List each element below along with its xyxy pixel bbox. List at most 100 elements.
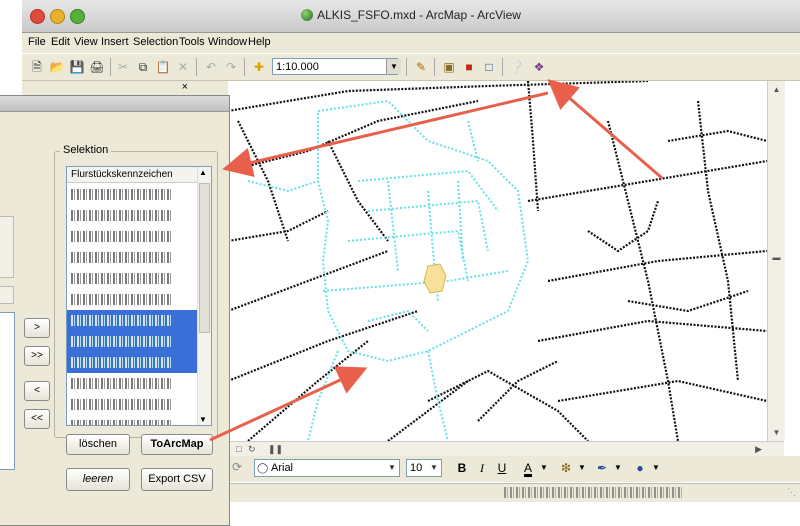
list-item[interactable] (67, 331, 198, 352)
to-arcmap-button[interactable]: ToArcMap (141, 434, 213, 455)
cut-icon[interactable]: ✂ (114, 58, 132, 76)
parcel-lines (228, 81, 767, 441)
menu-file[interactable]: File (28, 36, 46, 48)
left-panel-field[interactable] (0, 286, 14, 304)
close-icon[interactable]: × (182, 81, 188, 93)
menu-view[interactable]: View (74, 36, 98, 48)
menu-tools[interactable]: Tools (179, 36, 205, 48)
refresh-icon[interactable]: ↻ (248, 442, 256, 456)
italic-button[interactable]: I (474, 460, 490, 476)
underline-button[interactable]: U (494, 460, 510, 476)
list-item[interactable] (67, 289, 198, 310)
list-item[interactable] (67, 247, 198, 268)
scroll-thumb[interactable]: ▬ (770, 251, 783, 264)
chevron-down-icon[interactable]: ▼ (386, 59, 401, 74)
list-item[interactable] (67, 415, 198, 425)
list-item[interactable] (67, 394, 198, 415)
chevron-down-icon[interactable]: ▼ (536, 460, 552, 476)
loeschen-button[interactable]: löschen (66, 434, 130, 455)
arcmap-globe-icon (301, 9, 314, 21)
arccatalog-icon[interactable]: ▣ (440, 58, 458, 76)
column-header[interactable]: Flurstückskennzeichen (67, 167, 198, 183)
move-all-left-button[interactable]: << (24, 409, 50, 429)
parcel-listbox[interactable]: Flurstückskennzeichen ▲ ▼ (66, 166, 212, 426)
move-all-right-button[interactable]: >> (24, 346, 50, 366)
new-document-icon[interactable]: 🗎 (28, 58, 46, 76)
command-line-icon[interactable]: □ (480, 58, 498, 76)
editor-toolbar-icon[interactable]: ✎ (412, 58, 430, 76)
open-folder-icon[interactable]: 📂 (48, 58, 66, 76)
export-csv-button[interactable]: Export CSV (141, 468, 213, 491)
add-data-icon[interactable]: ✚ (250, 58, 268, 76)
rotate-icon[interactable]: ⟳ (232, 460, 242, 474)
line-color-icon[interactable]: ✒ (594, 460, 610, 476)
undo-icon[interactable]: ↶ (202, 58, 220, 76)
redacted-parcel-id (71, 315, 171, 326)
menu-bar: File Edit View Insert Selection Tools Wi… (22, 33, 800, 53)
move-left-button[interactable]: < (24, 381, 50, 401)
toc-strip: × (22, 81, 228, 96)
redacted-parcel-id (71, 420, 171, 425)
menu-selection[interactable]: Selection (133, 36, 178, 48)
map-vertical-scrollbar[interactable]: ▲ ▬ ▼ (767, 81, 785, 441)
menu-insert[interactable]: Insert (101, 36, 129, 48)
redacted-parcel-id (71, 399, 171, 410)
title-bar: ALKIS_FSFO.mxd - ArcMap - ArcView (22, 0, 800, 33)
marker-color-icon[interactable]: ● (632, 460, 648, 476)
group-label: Selektion (60, 144, 112, 156)
chevron-down-icon[interactable]: ▼ (648, 460, 664, 476)
layout-view-icon[interactable]: □ (236, 442, 241, 456)
list-item[interactable] (67, 205, 198, 226)
font-color-button[interactable]: A (520, 460, 536, 476)
paste-icon[interactable]: 📋 (154, 58, 172, 76)
font-size-combobox[interactable]: 10 ▼ (406, 459, 442, 477)
dialog-title-bar[interactable] (0, 96, 229, 112)
menu-help[interactable]: Help (248, 36, 271, 48)
scroll-right-icon[interactable]: ▶ (755, 442, 762, 456)
menu-edit[interactable]: Edit (51, 36, 70, 48)
whats-this-icon[interactable]: ❔ (508, 58, 526, 76)
list-item[interactable] (67, 268, 198, 289)
scroll-down-icon[interactable]: ▼ (199, 415, 207, 424)
selected-parcels (247, 99, 530, 441)
chevron-down-icon[interactable]: ▼ (386, 461, 398, 475)
font-o-icon: ◯ (257, 463, 269, 474)
list-item[interactable] (67, 184, 198, 205)
list-item[interactable] (67, 352, 198, 373)
source-list[interactable] (0, 312, 15, 470)
scroll-up-icon[interactable]: ▲ (770, 83, 783, 96)
arctoolbox-icon[interactable]: ■ (460, 58, 478, 76)
selection-dialog: Selektion Flurstückskennzeichen ▲ ▼ > >>… (0, 95, 230, 526)
redo-icon[interactable]: ↷ (222, 58, 240, 76)
list-item[interactable] (67, 310, 198, 331)
menu-window[interactable]: Window (208, 36, 247, 48)
redacted-parcel-id (71, 357, 171, 368)
map-view[interactable] (228, 81, 767, 441)
status-bar: ⋱ (228, 483, 800, 502)
list-scrollbar[interactable]: ▲ ▼ (197, 167, 211, 425)
pause-icon[interactable]: ❚❚ (268, 442, 283, 456)
resize-grip-icon[interactable]: ⋱ (787, 487, 796, 498)
move-right-button[interactable]: > (24, 318, 50, 338)
fill-color-icon[interactable]: ❇ (558, 460, 574, 476)
list-item[interactable] (67, 226, 198, 247)
font-name-combobox[interactable]: ◯ Arial ▼ (254, 459, 400, 477)
chevron-down-icon[interactable]: ▼ (610, 460, 626, 476)
copy-icon[interactable]: ⧉ (134, 58, 152, 76)
bold-button[interactable]: B (454, 460, 470, 476)
chevron-down-icon[interactable]: ▼ (428, 461, 440, 475)
map-scale-combobox[interactable]: 1:10.000 (272, 58, 398, 75)
leeren-button[interactable]: leeren (66, 468, 130, 491)
list-item[interactable] (67, 373, 198, 394)
scroll-thumb[interactable] (199, 183, 210, 333)
delete-icon[interactable]: ✕ (174, 58, 192, 76)
print-icon[interactable]: 🖨 (88, 58, 106, 76)
redacted-parcel-id (71, 231, 171, 242)
map-horizontal-scrollbar[interactable]: □ ↻ ❚❚ ▶ (228, 441, 784, 456)
scroll-down-icon[interactable]: ▼ (770, 426, 783, 439)
left-panel-box (0, 216, 14, 278)
save-icon[interactable]: 💾 (68, 58, 86, 76)
scroll-up-icon[interactable]: ▲ (199, 168, 207, 177)
custom-tool-icon[interactable]: ❖ (530, 58, 548, 76)
chevron-down-icon[interactable]: ▼ (574, 460, 590, 476)
